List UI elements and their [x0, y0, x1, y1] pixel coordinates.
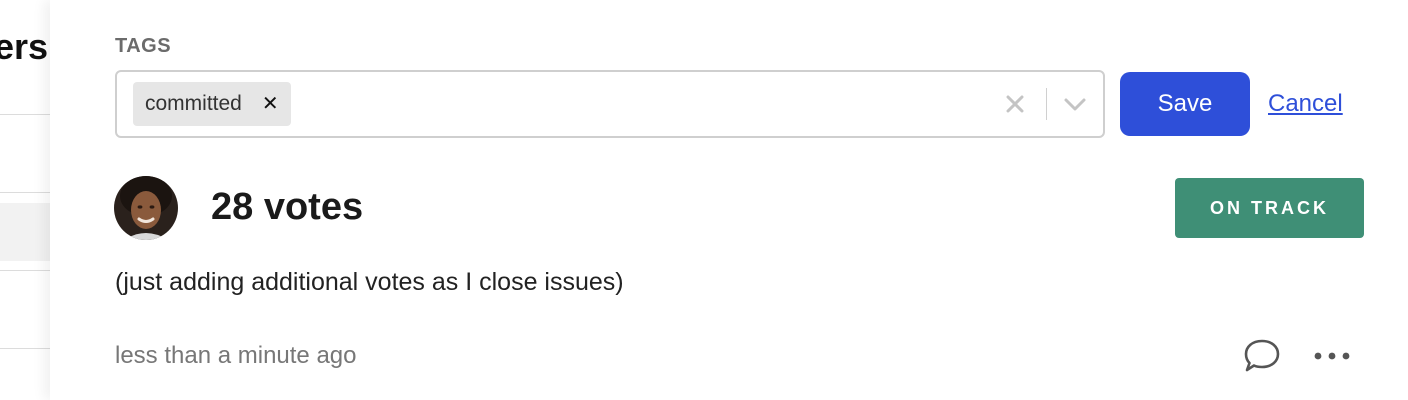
chevron-down-icon[interactable]	[1062, 94, 1088, 114]
save-button[interactable]: Save	[1120, 72, 1250, 136]
comment-icon[interactable]	[1242, 337, 1282, 375]
tags-multiselect[interactable]: committed ✕	[115, 70, 1105, 138]
vote-count: 28 votes	[211, 186, 364, 228]
cancel-link[interactable]: Cancel	[1268, 90, 1343, 118]
vote-detail-panel: TAGS committed ✕ Save Cancel 28 votes ON…	[50, 0, 1408, 400]
select-separator	[1046, 88, 1047, 120]
vote-message: (just adding additional votes as I close…	[115, 268, 624, 296]
status-badge[interactable]: ON TRACK	[1175, 178, 1364, 238]
user-avatar	[114, 176, 178, 240]
background-heading: ers	[0, 26, 49, 67]
more-options-icon[interactable]	[1312, 347, 1352, 365]
tag-chip-label: committed	[145, 92, 242, 115]
tags-label: TAGS	[115, 35, 172, 57]
vote-timestamp: less than a minute ago	[115, 342, 357, 369]
tag-chip: committed ✕	[133, 82, 291, 126]
clear-icon[interactable]	[1003, 92, 1027, 116]
close-icon[interactable]: ✕	[262, 94, 279, 114]
